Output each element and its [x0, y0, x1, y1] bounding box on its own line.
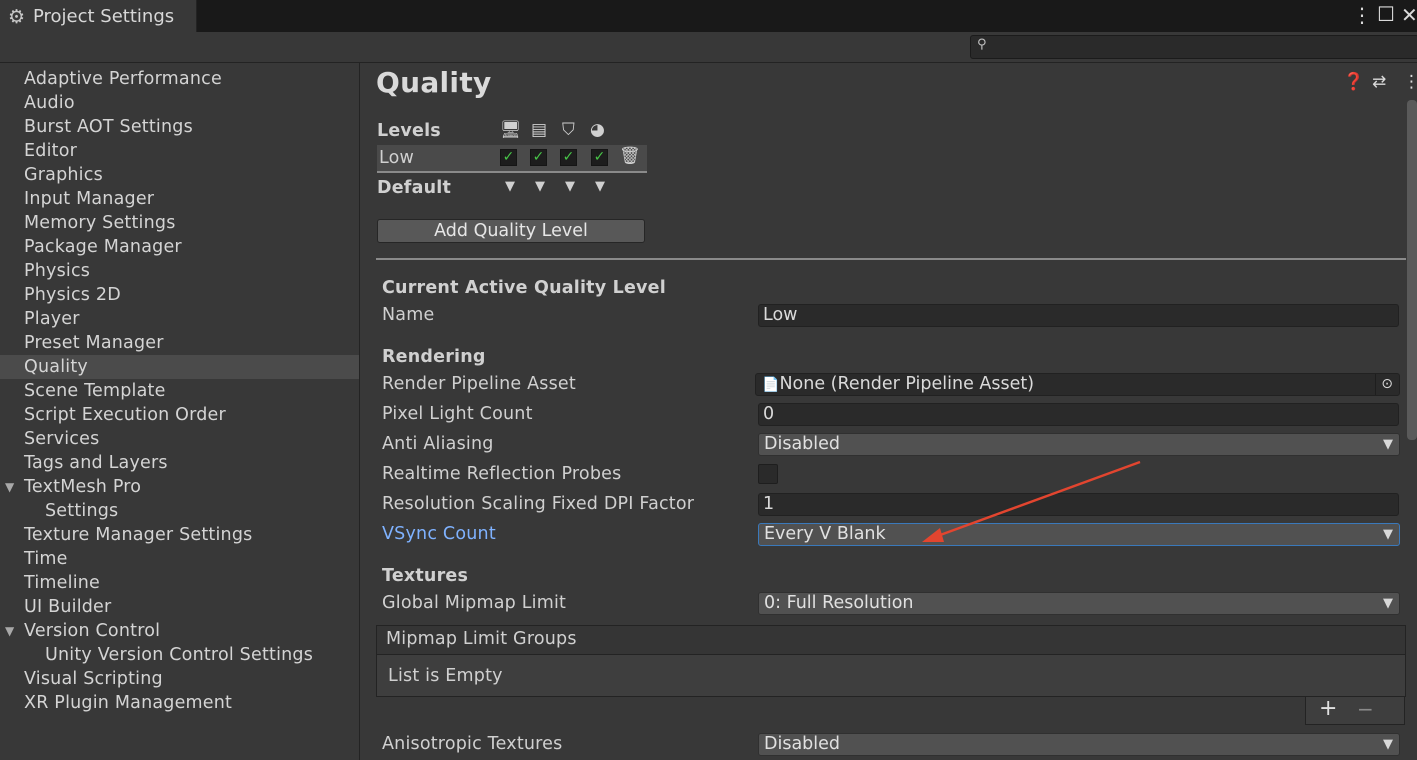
arrow-line [931, 460, 1141, 540]
arrow-head [922, 528, 944, 542]
annotation-arrow [922, 460, 1141, 542]
